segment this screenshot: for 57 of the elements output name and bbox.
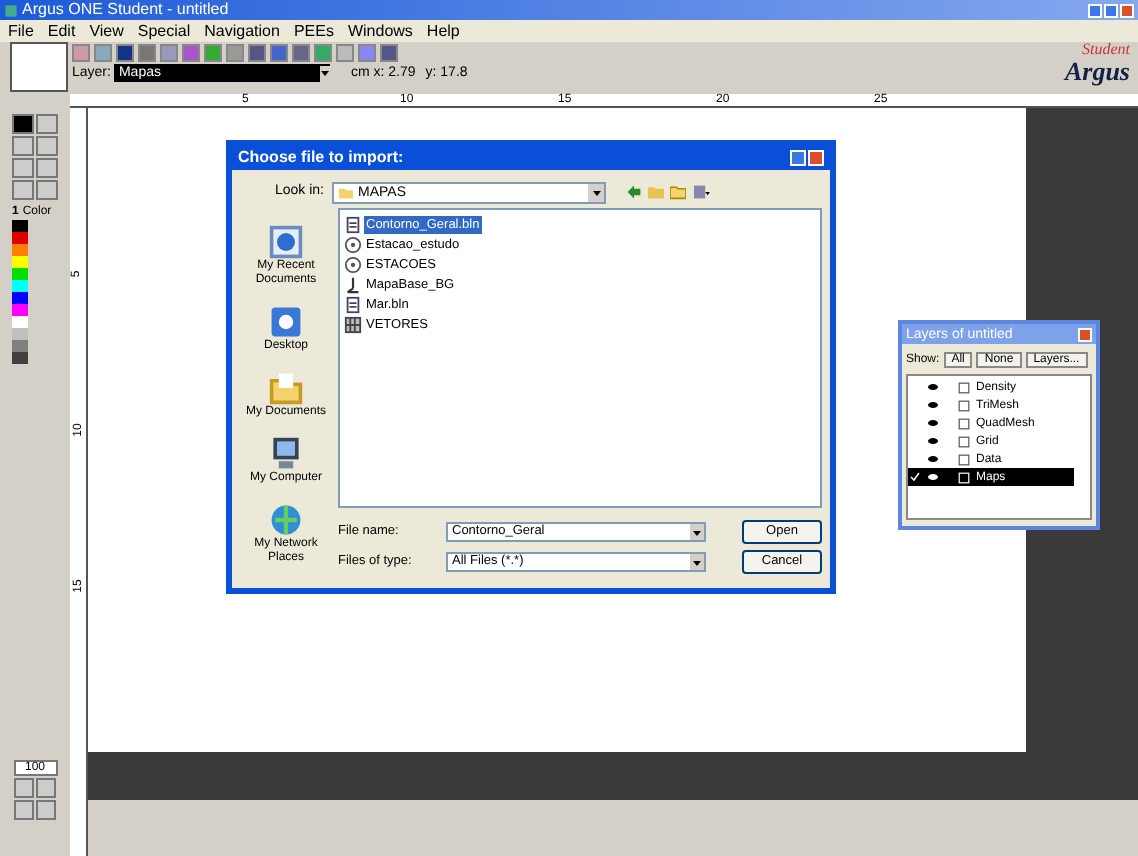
- folder-icon: [338, 185, 354, 199]
- menu-item[interactable]: File: [8, 23, 34, 39]
- color-swatch[interactable]: [12, 316, 28, 328]
- color-swatch[interactable]: [12, 256, 28, 268]
- stand-icon: [344, 275, 362, 293]
- caret-icon: [320, 68, 331, 78]
- color-swatch[interactable]: [12, 352, 28, 364]
- close-button[interactable]: [1120, 3, 1134, 17]
- desktop-icon: [267, 304, 304, 340]
- menu-item[interactable]: Edit: [47, 23, 76, 39]
- recent-documents-icon: [268, 224, 304, 260]
- menu-item[interactable]: Special: [137, 23, 191, 39]
- new-folder-icon: [670, 184, 686, 200]
- color-swatch[interactable]: [12, 340, 28, 352]
- documents-folder-icon: [267, 370, 304, 406]
- tool-button[interactable]: [36, 158, 58, 178]
- window-title: Argus ONE Student - untitled: [22, 2, 229, 18]
- color-swatch[interactable]: [12, 268, 28, 280]
- grid-icon: [344, 315, 362, 333]
- network-globe-icon: [268, 502, 304, 538]
- menu-item[interactable]: Windows: [347, 23, 413, 39]
- menu-item[interactable]: PEEs: [293, 23, 334, 39]
- color-preview: [10, 42, 68, 92]
- menu-item[interactable]: Help: [426, 23, 460, 39]
- minimize-button[interactable]: [1088, 3, 1102, 17]
- close-button[interactable]: [808, 150, 824, 166]
- back-arrow-icon: [626, 184, 642, 200]
- color-swatch[interactable]: [12, 232, 28, 244]
- dialog-title: Choose file to import:: [238, 150, 404, 166]
- tool-button[interactable]: [12, 180, 34, 200]
- up-folder-icon: [648, 184, 664, 200]
- app-icon: [4, 3, 18, 17]
- maximize-button[interactable]: [1104, 3, 1118, 17]
- help-button[interactable]: [790, 150, 806, 166]
- tool-button[interactable]: [12, 158, 34, 178]
- view-menu-icon: [692, 184, 712, 200]
- caret-icon: [692, 527, 702, 537]
- tool-button[interactable]: [12, 114, 34, 134]
- color-swatch[interactable]: [12, 292, 28, 304]
- document-icon: [344, 215, 362, 233]
- menu-item[interactable]: View: [89, 23, 124, 39]
- caret-icon: [591, 187, 601, 197]
- document-icon: [344, 295, 362, 313]
- tool-button[interactable]: [12, 136, 34, 156]
- tool-button[interactable]: [36, 136, 58, 156]
- color-swatch[interactable]: [12, 328, 28, 340]
- tool-button[interactable]: [36, 180, 58, 200]
- computer-icon: [267, 436, 304, 472]
- color-swatch[interactable]: [12, 304, 28, 316]
- argus-logo: Student Argus: [1064, 42, 1130, 84]
- color-swatch[interactable]: [12, 220, 28, 232]
- menu-item[interactable]: Navigation: [204, 23, 280, 39]
- color-swatch[interactable]: [12, 280, 28, 292]
- close-button[interactable]: [1078, 327, 1092, 341]
- caret-icon: [692, 557, 702, 567]
- color-swatch[interactable]: [12, 244, 28, 256]
- tool-button[interactable]: [36, 114, 58, 134]
